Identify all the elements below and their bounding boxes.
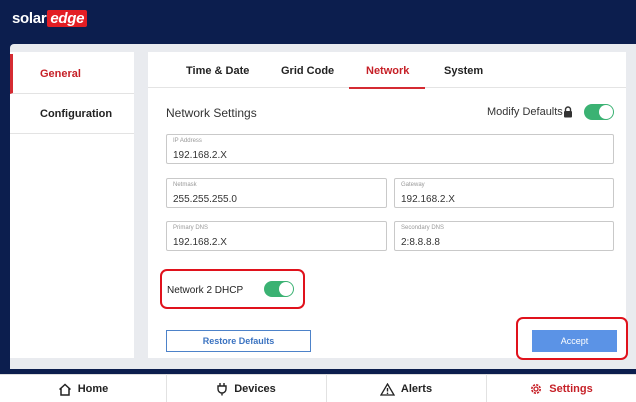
field-value: 2:8.8.8.8 — [401, 237, 440, 248]
nav-settings[interactable]: Settings — [486, 375, 636, 402]
accept-button[interactable]: Accept — [532, 330, 617, 352]
field-value: 255.255.255.0 — [173, 194, 237, 205]
primary-dns-field[interactable]: Primary DNS 192.168.2.X — [166, 221, 387, 251]
modify-defaults-label: Modify Defaults — [487, 106, 563, 118]
sidebar-item-label: Configuration — [40, 107, 113, 120]
nav-divider — [326, 374, 327, 402]
nav-devices[interactable]: Devices — [166, 375, 326, 402]
sidebar-item-configuration[interactable]: Configuration — [10, 94, 134, 134]
restore-defaults-button[interactable]: Restore Defaults — [166, 330, 311, 352]
bottom-nav: Home Devices Alerts Settings — [0, 374, 636, 402]
gateway-field[interactable]: Gateway 192.168.2.X — [394, 178, 614, 208]
logo-text-right: edge — [47, 9, 88, 27]
field-label: Secondary DNS — [401, 225, 445, 231]
logo-text-left: solar — [12, 9, 47, 27]
nav-alerts[interactable]: Alerts — [326, 375, 486, 402]
dhcp-label: Network 2 DHCP — [167, 285, 244, 296]
nav-home[interactable]: Home — [0, 375, 166, 402]
nav-label: Home — [77, 383, 109, 395]
lock-icon — [564, 106, 572, 118]
netmask-field[interactable]: Netmask 255.255.255.0 — [166, 178, 387, 208]
nav-divider — [166, 374, 167, 402]
top-bar: solar edge — [0, 0, 636, 40]
solaredge-logo: solar edge — [12, 8, 88, 28]
active-tab-indicator — [349, 87, 425, 89]
secondary-dns-field[interactable]: Secondary DNS 2:8.8.8.8 — [394, 221, 614, 251]
tab-system[interactable]: System — [444, 65, 483, 77]
section-title: Network Settings — [166, 106, 257, 120]
tab-time-date[interactable]: Time & Date — [186, 65, 249, 77]
plug-icon — [217, 383, 227, 396]
nav-label: Devices — [234, 383, 276, 395]
tab-bar: Time & Date Grid Code Network System — [148, 58, 626, 88]
ip-address-field[interactable]: IP Address 192.168.2.X — [166, 134, 614, 164]
field-label: Primary DNS — [173, 225, 209, 231]
field-label: Netmask — [173, 182, 197, 188]
sidebar-item-label: General — [40, 67, 81, 80]
sidebar-item-general[interactable]: General — [10, 54, 134, 94]
nav-divider — [486, 374, 487, 402]
field-label: IP Address — [173, 138, 202, 144]
field-value: 192.168.2.X — [173, 237, 227, 248]
field-value: 192.168.2.X — [173, 150, 227, 161]
tab-grid-code[interactable]: Grid Code — [281, 65, 334, 77]
gear-icon — [531, 384, 542, 394]
warning-icon — [379, 382, 395, 396]
tab-network[interactable]: Network — [366, 65, 409, 77]
dhcp-toggle[interactable] — [264, 281, 294, 297]
modify-defaults-toggle[interactable] — [584, 104, 614, 120]
home-icon — [58, 382, 71, 396]
field-label: Gateway — [401, 182, 425, 188]
field-value: 192.168.2.X — [401, 194, 455, 205]
nav-label: Settings — [549, 383, 593, 395]
nav-label: Alerts — [400, 383, 433, 395]
sidebar: General Configuration — [10, 52, 134, 358]
